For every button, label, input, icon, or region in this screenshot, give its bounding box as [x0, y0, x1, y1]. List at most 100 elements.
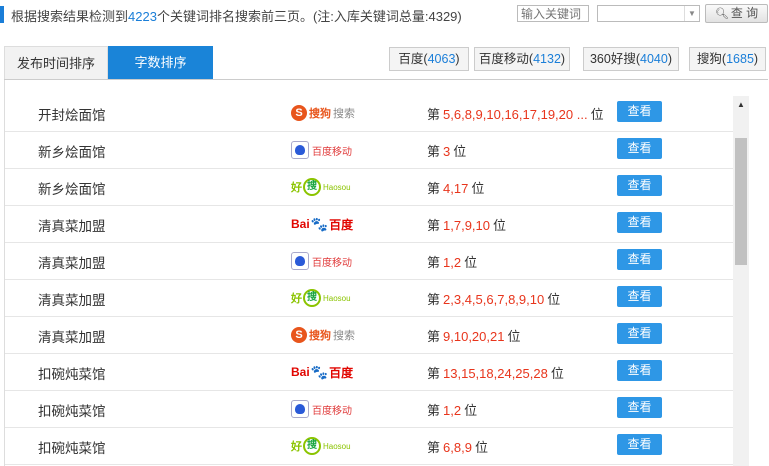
engine-tab-name: 百度移动 [478, 52, 529, 66]
haosou-logo-icon: 好搜 Haosou [291, 287, 351, 309]
rank-prefix: 第 [427, 329, 441, 344]
engine-tab-baidu[interactable]: 百度(4063) [389, 47, 469, 71]
engine-tab-count: 4040 [640, 52, 668, 66]
table-row: 清真菜加盟 Bai 🐾 百度 第 1,7,9,10 位 查看 [5, 205, 734, 243]
scroll-up-icon[interactable]: ▲ [733, 96, 749, 114]
view-button[interactable]: 查看 [617, 434, 662, 455]
rank-cell: 第 13,15,18,24,25,28 位 [427, 363, 564, 382]
keyword-cell: 清真菜加盟 [38, 219, 106, 234]
engine-tab-name: 搜狗 [696, 52, 722, 66]
keyword-cell: 扣碗炖菜馆 [38, 404, 106, 419]
chevron-down-icon[interactable]: ▼ [684, 6, 699, 21]
baidu-mobile-text: 百度移动 [312, 257, 352, 269]
rank-prefix: 第 [427, 366, 441, 381]
haosou-hao: 好 [291, 182, 302, 194]
sogou-mark: S [291, 327, 307, 343]
baidu-mobile-logo-icon: 百度移动 [291, 139, 352, 161]
keyword-cell: 清真菜加盟 [38, 330, 106, 345]
baidu-paw: 🐾 [310, 215, 329, 232]
engine-tab-sogou[interactable]: 搜狗(1685) [689, 47, 766, 71]
haosou-sou: 搜 [303, 289, 321, 307]
baidu-mobile-mark [291, 400, 309, 418]
baidu-mobile-text: 百度移动 [312, 405, 352, 417]
vertical-scrollbar[interactable]: ▲ [733, 96, 749, 466]
summary-text: 根据搜索结果检测到4223个关键词排名搜索前三页。(注:入库关键词总量:4329… [11, 6, 462, 25]
baidu-logo-icon: Bai 🐾 百度 [291, 213, 353, 235]
rank-suffix: 位 [493, 218, 507, 233]
engine-select[interactable]: ▼ [597, 5, 700, 22]
table-row: 清真菜加盟 S 搜狗 搜索 第 9,10,20,21 位 查看 [5, 316, 734, 354]
haosou-logo-icon: 好搜 Haosou [291, 176, 351, 198]
view-button[interactable]: 查看 [617, 175, 662, 196]
baidu-paw: 🐾 [310, 363, 329, 380]
rank-prefix: 第 [427, 144, 441, 159]
tab-sort-by-words[interactable]: 字数排序 [108, 46, 213, 79]
rank-prefix: 第 [427, 255, 441, 270]
engine-tab-name: 百度 [398, 52, 424, 66]
table-row: 新乡烩面馆 百度移动 第 3 位 查看 [5, 131, 734, 169]
ranking-table: 开封烩面馆 S 搜狗 搜索第 5,6,8,9,10,16,17,19,20 ... 位查看… [4, 80, 752, 466]
engine-tab-baidu-mobile[interactable]: 百度移动(4132) [474, 47, 570, 71]
query-button[interactable]: 🔍︎ 查 询 [705, 4, 768, 23]
sogou-logo-icon: S 搜狗 搜索 [291, 324, 355, 346]
table-row: 扣碗炖菜馆 Bai 🐾 百度 第 13,15,18,24,25,28 位 查看 [5, 353, 734, 391]
rank-cell: 第 1,2 位 [427, 252, 477, 271]
engine-tab-count: 4132 [533, 52, 561, 66]
rank-suffix: 位 [550, 366, 564, 381]
keyword-cell: 新乡烩面馆 [38, 145, 106, 160]
haosou-sou: 搜 [303, 178, 321, 196]
haosou-sub: Haosou [323, 441, 351, 451]
view-button[interactable]: 查看 [617, 101, 662, 122]
engine-tab-count: 4063 [427, 52, 456, 66]
rank-positions: 13,15,18,24,25,28 [443, 366, 548, 381]
haosou-sub: Haosou [323, 293, 351, 303]
table-row: 开封烩面馆 S 搜狗 搜索 第 5,6,8,9,10,16,17,19,20 ... 位查看 [5, 94, 734, 132]
baidu-du: 百度 [329, 365, 354, 380]
summary-accent [0, 6, 4, 23]
view-button[interactable]: 查看 [617, 212, 662, 233]
view-button[interactable]: 查看 [617, 249, 662, 270]
view-button[interactable]: 查看 [617, 138, 662, 159]
rank-cell: 第 6,8,9 位 [427, 437, 488, 456]
rank-prefix: 第 [427, 181, 441, 196]
rank-suffix: 位 [453, 144, 467, 159]
rank-prefix: 第 [427, 440, 441, 455]
keyword-cell: 扣碗炖菜馆 [38, 441, 106, 456]
rank-positions: 1,2 [443, 255, 462, 270]
haosou-hao: 好 [291, 441, 302, 453]
engine-tab-360-haosou[interactable]: 360好搜(4040) [583, 47, 679, 71]
haosou-sou: 搜 [303, 437, 321, 455]
baidu-logo-icon: Bai 🐾 百度 [291, 361, 353, 383]
rank-prefix: 第 [427, 107, 441, 122]
rank-positions: 1,2 [443, 403, 462, 418]
rank-cell: 第 1,7,9,10 位 [427, 215, 506, 234]
keyword-input[interactable] [517, 5, 589, 22]
rank-cell: 第 9,10,20,21 位 [427, 326, 520, 345]
engine-tab-count: 1685 [726, 52, 754, 66]
baidu-mobile-logo-icon: 百度移动 [291, 398, 352, 420]
view-button[interactable]: 查看 [617, 360, 662, 381]
baidu-mobile-logo-icon: 百度移动 [291, 250, 352, 272]
sogou-text: 搜索 [333, 108, 355, 120]
view-button[interactable]: 查看 [617, 323, 662, 344]
view-button[interactable]: 查看 [617, 286, 662, 307]
rank-suffix: 位 [547, 292, 561, 307]
summary-count: 4223 [128, 9, 157, 24]
table-row: 新乡烩面馆 好搜 Haosou 第 4,17 位 查看 [5, 168, 734, 206]
table-row: 清真菜加盟 好搜 Haosou 第 2,3,4,5,6,7,8,9,10 位 查看 [5, 279, 734, 317]
rank-suffix: 位 [471, 181, 485, 196]
scrollbar-thumb[interactable] [735, 138, 747, 265]
tab-sort-by-time[interactable]: 发布时间排序 [4, 46, 108, 79]
rank-positions: 1,7,9,10 [443, 218, 491, 233]
rank-cell: 第 4,17 位 [427, 178, 484, 197]
rank-prefix: 第 [427, 403, 441, 418]
keyword-cell: 清真菜加盟 [38, 256, 106, 271]
rank-suffix: 位 [474, 440, 488, 455]
table-row: 扣碗炖菜馆 好搜 Haosou 第 6,8,9 位 查看 [5, 427, 734, 465]
baidu-mobile-text: 百度移动 [312, 146, 352, 158]
rank-prefix: 第 [427, 218, 441, 233]
view-button[interactable]: 查看 [617, 397, 662, 418]
haosou-logo-icon: 好搜 Haosou [291, 435, 351, 457]
search-icon: 🔍︎ [714, 8, 729, 20]
summary-prefix: 根据搜索结果检测到 [11, 9, 129, 24]
